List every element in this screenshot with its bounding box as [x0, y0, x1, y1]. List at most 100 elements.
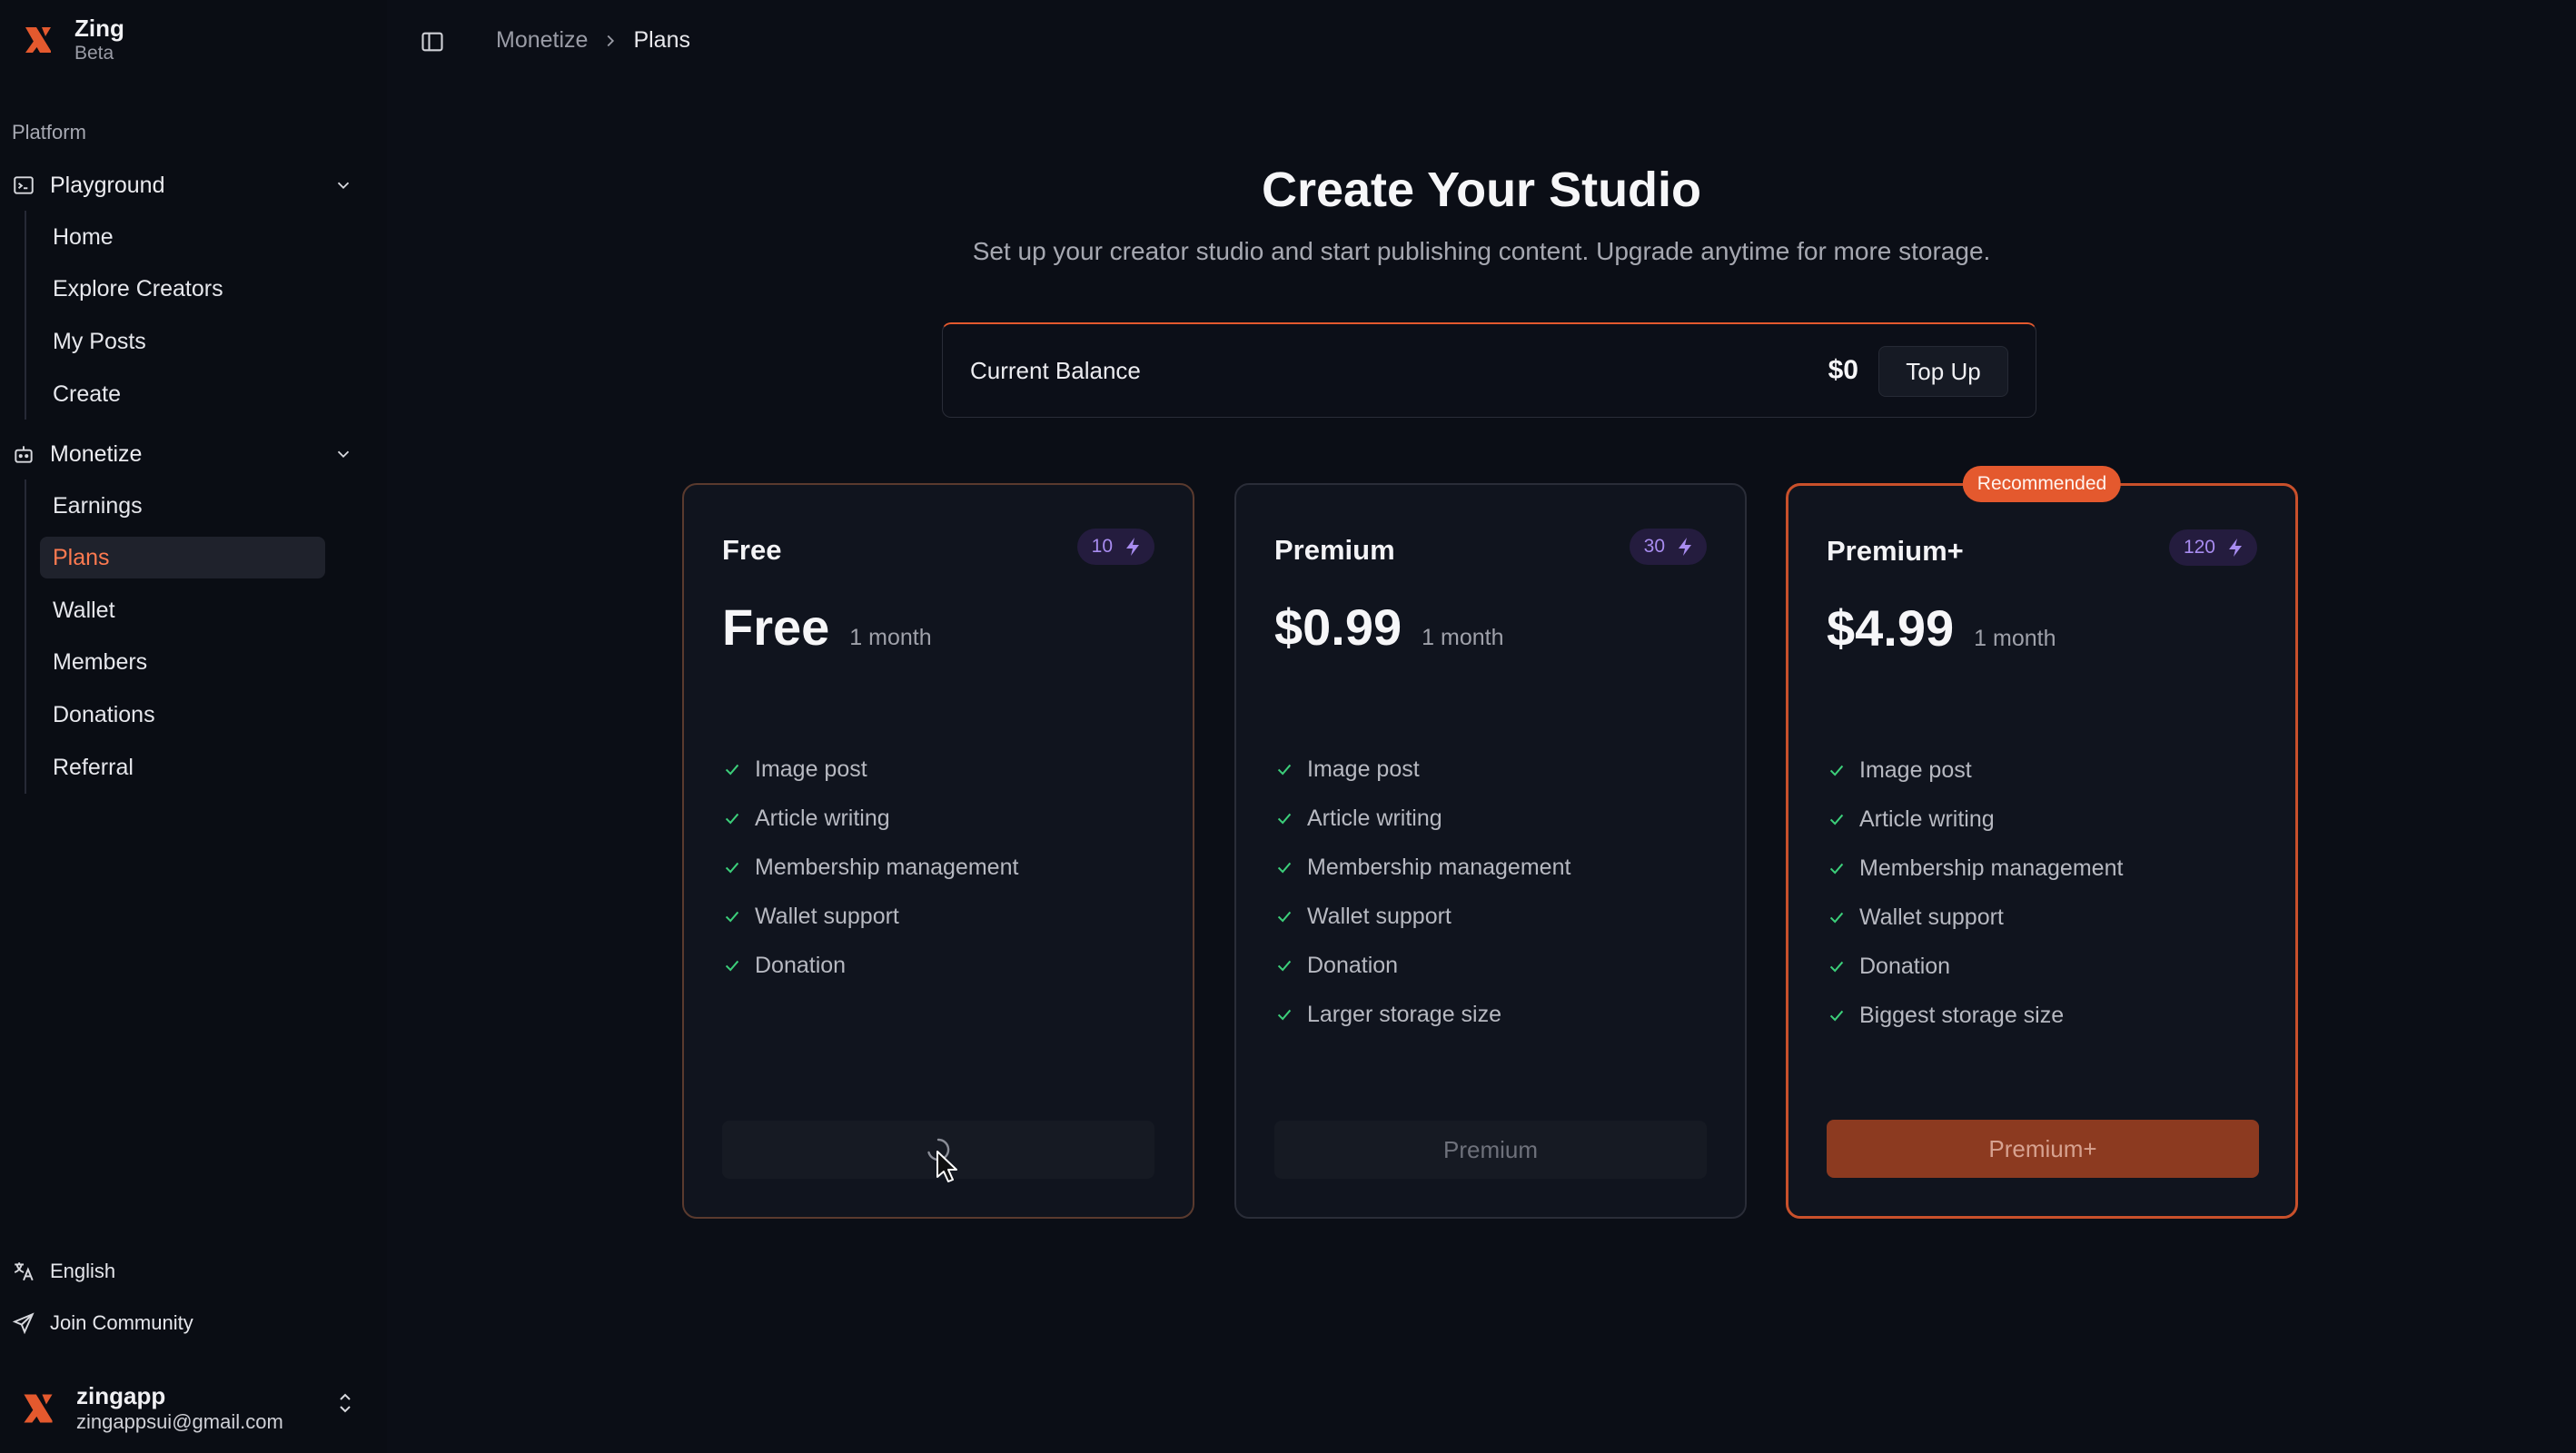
translate-icon — [14, 1262, 34, 1281]
feature-label: Wallet support — [1859, 904, 2004, 930]
chevron-down-icon[interactable] — [333, 175, 353, 195]
sidebar-item-earnings[interactable]: Earnings — [40, 485, 325, 527]
check-icon — [1829, 961, 1844, 973]
page-subtitle: Set up your creator studio and start pub… — [972, 237, 1991, 265]
sidebar-item-wallet[interactable]: Wallet — [40, 589, 325, 631]
recommended-badge: Recommended — [1962, 466, 2122, 502]
price-period: 1 month — [1974, 626, 2056, 651]
feature-item: Wallet support — [1274, 892, 1570, 941]
feature-label: Donation — [1307, 952, 1399, 978]
lightning-icon — [1679, 538, 1691, 556]
feature-item: Image post — [722, 745, 1018, 794]
sidebar-item-donations[interactable]: Donations — [40, 694, 325, 736]
check-icon — [1277, 862, 1292, 874]
app-badge: Beta — [74, 43, 114, 64]
check-icon — [1829, 1010, 1844, 1022]
feature-item: Membership management — [1827, 844, 2123, 893]
feature-item: Membership management — [722, 843, 1018, 892]
send-icon — [12, 1312, 35, 1335]
join-community-link[interactable]: Join Community — [12, 1305, 193, 1341]
nav-group-label: Platform — [12, 121, 86, 143]
feature-item: Article writing — [1827, 795, 2123, 844]
sidebar-item-plans[interactable]: Plans — [40, 537, 325, 578]
balance-card: Current Balance $0 Top Up — [942, 322, 2036, 418]
feature-label: Membership management — [755, 854, 1019, 880]
credits-value: 120 — [2183, 537, 2215, 558]
feature-item: Article writing — [722, 794, 1018, 843]
credits-value: 30 — [1643, 536, 1665, 557]
check-icon — [1277, 764, 1292, 776]
sidebar-item-explore-creators[interactable]: Explore Creators — [40, 268, 325, 310]
user-email: zingappsui@gmail.com — [76, 1410, 283, 1433]
breadcrumb-parent[interactable]: Monetize — [496, 27, 588, 54]
feature-label: Image post — [755, 756, 867, 782]
plan-name: Premium — [1274, 534, 1395, 566]
check-icon — [1829, 912, 1844, 924]
plan-name: Free — [722, 534, 782, 566]
feature-label: Donation — [755, 952, 847, 978]
terminal-icon — [14, 176, 34, 194]
check-icon — [725, 813, 739, 825]
plan-price: $4.99 1 month — [1827, 598, 2056, 657]
chevrons-up-down-icon[interactable] — [334, 1391, 356, 1415]
feature-item: Donation — [1274, 941, 1570, 990]
feature-label: Wallet support — [755, 903, 899, 929]
feature-item: Article writing — [1274, 794, 1570, 843]
check-icon — [1277, 1009, 1292, 1021]
credits-badge: 30 — [1629, 529, 1707, 565]
feature-item: Wallet support — [1827, 893, 2123, 942]
plan-card-free: Free 10 Free 1 month Image post Article … — [682, 483, 1194, 1219]
credits-badge: 120 — [2168, 529, 2257, 566]
feature-item: Donation — [1827, 942, 2123, 991]
user-name: zingapp — [76, 1382, 166, 1409]
sidebar: Zing Beta Platform Playground Home Explo… — [0, 0, 387, 1453]
sidebar-item-my-posts[interactable]: My Posts — [40, 321, 325, 362]
app-name: Zing — [74, 15, 124, 42]
nav-section-label: Playground — [50, 172, 165, 198]
nav-section-monetize[interactable]: Monetize — [12, 432, 353, 476]
price-value: $4.99 — [1827, 599, 1955, 657]
community-label: Join Community — [50, 1311, 193, 1334]
sidebar-item-referral[interactable]: Referral — [40, 746, 325, 788]
price-value: Free — [722, 598, 830, 656]
feature-list: Image post Article writing Membership ma… — [1827, 746, 2123, 1040]
balance-label: Current Balance — [970, 357, 1141, 384]
check-icon — [1277, 960, 1292, 972]
feature-label: Larger storage size — [1307, 1001, 1502, 1027]
feature-label: Donation — [1859, 953, 1951, 979]
feature-label: Article writing — [1307, 805, 1442, 831]
brand[interactable]: Zing Beta — [22, 15, 124, 65]
feature-item: Donation — [722, 941, 1018, 990]
feature-label: Wallet support — [1307, 903, 1451, 929]
feature-label: Article writing — [1859, 806, 1995, 832]
check-icon — [1829, 863, 1844, 875]
sidebar-item-home[interactable]: Home — [40, 216, 325, 258]
feature-label: Membership management — [1307, 854, 1571, 880]
nav-tree-line — [25, 479, 26, 794]
breadcrumb: Monetize Plans — [496, 27, 690, 54]
top-up-button[interactable]: Top Up — [1878, 346, 2008, 397]
feature-item: Wallet support — [722, 892, 1018, 941]
nav-section-label: Monetize — [50, 440, 143, 467]
check-icon — [1829, 814, 1844, 825]
select-premium-plus-plan-button[interactable]: Premium+ — [1827, 1120, 2259, 1178]
feature-label: Biggest storage size — [1859, 1002, 2065, 1028]
check-icon — [1277, 813, 1292, 825]
plan-price: $0.99 1 month — [1274, 598, 1503, 657]
check-icon — [725, 911, 739, 923]
feature-item: Biggest storage size — [1827, 991, 2123, 1040]
sidebar-toggle-icon[interactable] — [420, 29, 445, 54]
feature-item: Image post — [1274, 745, 1570, 794]
sidebar-item-create[interactable]: Create — [40, 373, 325, 415]
feature-list: Image post Article writing Membership ma… — [722, 745, 1018, 990]
lightning-icon — [1126, 538, 1139, 556]
chevron-down-icon[interactable] — [333, 444, 353, 464]
check-icon — [1277, 911, 1292, 923]
select-premium-plan-button[interactable]: Premium — [1274, 1121, 1707, 1179]
mouse-cursor-icon — [936, 1151, 957, 1182]
user-menu[interactable]: zingapp zingappsui@gmail.com — [20, 1382, 356, 1435]
sidebar-item-members[interactable]: Members — [40, 641, 325, 683]
feature-item: Image post — [1827, 746, 2123, 795]
language-switcher[interactable]: English — [12, 1253, 115, 1290]
nav-section-playground[interactable]: Playground — [12, 163, 353, 207]
